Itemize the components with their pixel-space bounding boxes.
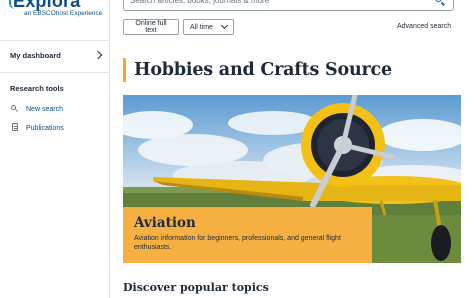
- document-icon: [10, 123, 20, 133]
- research-tools-heading: Research tools: [10, 84, 64, 93]
- chevron-right-icon: [93, 50, 103, 60]
- sidebar-item-label: My dashboard: [10, 50, 61, 60]
- advanced-search-link[interactable]: Advanced search: [397, 23, 451, 30]
- hero-banner[interactable]: Aviation Aviation information for beginn…: [123, 95, 461, 263]
- sidebar-item-publications[interactable]: Publications: [10, 123, 64, 133]
- sidebar: Explora an EBSCOhost Experience My dashb…: [0, 0, 110, 298]
- section-title: Discover popular topics: [123, 281, 269, 294]
- explora-logo[interactable]: Explora an EBSCOhost Experience: [9, 0, 110, 18]
- sidebar-divider: [0, 72, 109, 73]
- title-accent-bar: [123, 58, 126, 82]
- logo-title: Explora: [13, 0, 81, 11]
- chevron-down-icon: [220, 21, 229, 30]
- hero-title: Aviation: [134, 215, 196, 231]
- page-title: Hobbies and Crafts Source: [134, 60, 392, 80]
- logo-subtitle: an EBSCOhost Experience: [24, 10, 103, 17]
- hero-caption: Aviation Aviation information for beginn…: [123, 207, 372, 263]
- search-icon[interactable]: [435, 0, 447, 7]
- time-filter-dropdown[interactable]: All time: [183, 19, 234, 35]
- online-full-text-button[interactable]: Online full text: [123, 19, 179, 35]
- time-filter-label: All time: [190, 23, 213, 31]
- sidebar-item-new-search[interactable]: New search: [10, 104, 63, 114]
- search-input[interactable]: [130, 0, 420, 5]
- sidebar-item-label: Publications: [26, 124, 64, 132]
- sidebar-item-label: New search: [26, 105, 63, 113]
- hero-description: Aviation information for beginners, prof…: [134, 235, 341, 251]
- sidebar-divider: [0, 40, 109, 41]
- search-bar: [123, 0, 454, 11]
- sidebar-item-my-dashboard[interactable]: My dashboard: [10, 48, 104, 62]
- search-icon: [10, 104, 20, 114]
